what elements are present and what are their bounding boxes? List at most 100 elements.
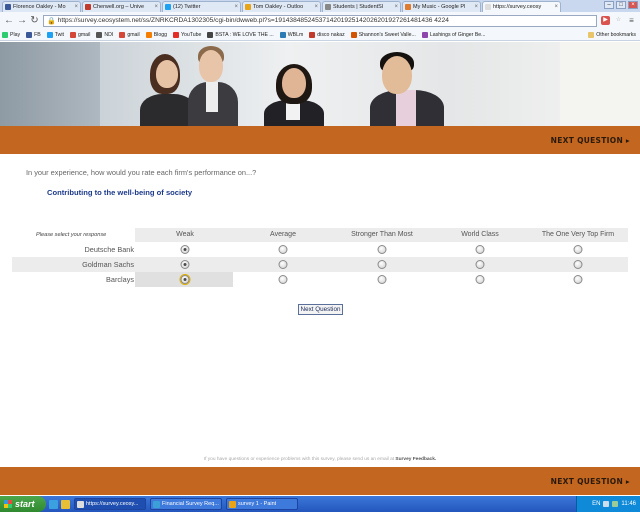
rating-radio[interactable] bbox=[278, 275, 288, 284]
bookmark-label: Lashings of Ginger Be... bbox=[429, 31, 486, 38]
tab-favicon-icon bbox=[325, 4, 331, 10]
start-button[interactable]: start bbox=[0, 496, 46, 512]
rating-radio[interactable] bbox=[278, 245, 288, 254]
browser-tab[interactable]: My Music - Google Pl × bbox=[402, 1, 481, 12]
rating-radio[interactable] bbox=[573, 260, 583, 269]
rating-radio[interactable] bbox=[475, 260, 485, 269]
bookmark-label: gmail bbox=[127, 31, 140, 38]
rating-row: Goldman Sachs bbox=[12, 257, 628, 272]
rating-radio[interactable] bbox=[180, 260, 190, 269]
rating-radio[interactable] bbox=[377, 275, 387, 284]
bookmark-label: YouTube bbox=[181, 31, 202, 38]
bookmark-item[interactable]: disco nakaz bbox=[309, 31, 345, 38]
bookmark-favicon-icon bbox=[26, 31, 33, 38]
browser-toolbar: ← → ↻ 🔒 https://survey.ceosystem.net/ss/… bbox=[0, 12, 640, 29]
forward-icon[interactable]: → bbox=[17, 15, 27, 26]
bookmark-item[interactable]: Play bbox=[2, 31, 20, 38]
question-subheading: Contributing to the well-being of societ… bbox=[47, 188, 193, 197]
rating-radio[interactable] bbox=[475, 275, 485, 284]
tab-label: Tom Oakley - Outloo bbox=[253, 4, 304, 10]
close-tab-icon[interactable]: × bbox=[554, 4, 558, 10]
bookmark-favicon-icon bbox=[207, 31, 214, 38]
close-window-icon[interactable]: × bbox=[628, 1, 638, 9]
rating-radio[interactable] bbox=[475, 245, 485, 254]
quicklaunch-chrome-icon[interactable] bbox=[61, 499, 70, 509]
row-label: Goldman Sachs bbox=[82, 260, 134, 269]
close-tab-icon[interactable]: × bbox=[394, 4, 398, 10]
taskbar-task[interactable]: survey 1 - Paint bbox=[226, 498, 298, 510]
address-bar[interactable]: 🔒 https://survey.ceosystem.net/ss/ZNRKCR… bbox=[43, 14, 597, 27]
bookmark-item[interactable]: Lashings of Ginger Be... bbox=[421, 31, 486, 38]
other-bookmarks[interactable]: Other bookmarks bbox=[588, 32, 636, 38]
bookmark-label: Shannon's Sweet Valle... bbox=[358, 31, 416, 38]
bookmark-label: Twit bbox=[54, 31, 64, 38]
language-indicator[interactable]: EN bbox=[592, 501, 600, 507]
next-question-link-top[interactable]: NEXT QUESTION ▸ bbox=[551, 136, 630, 145]
browser-tab[interactable]: Cherwell.org – Unive × bbox=[82, 1, 161, 12]
bookmark-item[interactable]: WBLm bbox=[279, 31, 304, 38]
star-icon[interactable]: ☆ bbox=[614, 16, 623, 25]
rating-radio[interactable] bbox=[278, 260, 288, 269]
rating-radio[interactable] bbox=[377, 245, 387, 254]
bookmark-item[interactable]: Shannon's Sweet Valle... bbox=[350, 31, 416, 38]
hero-banner-photo bbox=[0, 42, 640, 126]
browser-tab[interactable]: (12) Twitter × bbox=[162, 1, 241, 12]
row-label: Deutsche Bank bbox=[84, 245, 135, 254]
minimize-icon[interactable]: – bbox=[604, 1, 614, 9]
bookmark-item[interactable]: BSTA : WE LOVE THE ... bbox=[207, 31, 274, 38]
close-tab-icon[interactable]: × bbox=[154, 4, 158, 10]
browser-tab[interactable]: https://survey.ceosy × bbox=[482, 1, 561, 12]
rating-radio[interactable] bbox=[573, 275, 583, 284]
rating-radio[interactable] bbox=[377, 260, 387, 269]
maximize-icon[interactable]: □ bbox=[616, 1, 626, 9]
task-app-icon bbox=[153, 500, 160, 508]
bookmark-item[interactable]: gmail bbox=[69, 31, 90, 38]
menu-icon[interactable]: ≡ bbox=[627, 16, 636, 25]
rating-radio[interactable] bbox=[180, 275, 190, 284]
browser-tab[interactable]: Tom Oakley - Outloo × bbox=[242, 1, 321, 12]
rating-radio[interactable] bbox=[573, 245, 583, 254]
close-tab-icon[interactable]: × bbox=[234, 4, 238, 10]
quicklaunch-ie-icon[interactable] bbox=[49, 499, 58, 509]
taskbar-task[interactable]: Financial Survey Req... bbox=[150, 498, 222, 510]
network-icon[interactable] bbox=[612, 501, 619, 507]
bookmark-item[interactable]: NDI bbox=[96, 31, 113, 38]
taskbar-task[interactable]: https://survey.ceosy... bbox=[74, 498, 146, 510]
next-question-button[interactable]: Next Question bbox=[298, 304, 343, 315]
row-label: Barclays bbox=[106, 275, 134, 284]
browser-tab[interactable]: Florence Oakley - Mo × bbox=[2, 1, 81, 12]
footer-text: If you have questions or experience prob… bbox=[203, 457, 395, 462]
browser-tab[interactable]: Students | StudentSl × bbox=[322, 1, 401, 12]
rating-radio[interactable] bbox=[180, 245, 190, 254]
browser-tab-strip: Florence Oakley - Mo × Cherwell.org – Univ… bbox=[0, 0, 640, 12]
bookmark-item[interactable]: Blogg bbox=[145, 31, 167, 38]
footer-nav-bar: NEXT QUESTION ▸ bbox=[0, 467, 640, 495]
volume-icon[interactable] bbox=[603, 501, 610, 507]
column-weak: Weak bbox=[176, 231, 194, 238]
task-label: Financial Survey Req... bbox=[162, 501, 219, 507]
task-label: https://survey.ceosy... bbox=[86, 501, 139, 507]
reload-icon[interactable]: ↻ bbox=[30, 15, 39, 26]
tab-favicon-icon bbox=[165, 4, 171, 10]
window-controls: – □ × bbox=[604, 1, 638, 9]
column-world-class: World Class bbox=[461, 231, 499, 238]
next-question-link-bottom[interactable]: NEXT QUESTION ▸ bbox=[551, 477, 630, 486]
extension-icon[interactable]: ▶ bbox=[601, 16, 610, 25]
bookmark-label: WBLm bbox=[287, 31, 304, 38]
tab-favicon-icon bbox=[485, 4, 491, 10]
bookmark-item[interactable]: FB bbox=[26, 31, 41, 38]
other-bookmarks-label: Other bookmarks bbox=[596, 32, 636, 38]
bookmark-item[interactable]: YouTube bbox=[173, 31, 202, 38]
survey-feedback-link[interactable]: Survey Feedback. bbox=[395, 457, 436, 462]
folder-icon bbox=[588, 32, 595, 38]
bookmark-label: Blogg bbox=[153, 31, 167, 38]
back-icon[interactable]: ← bbox=[4, 15, 14, 26]
bookmark-item[interactable]: Twit bbox=[46, 31, 64, 38]
task-app-icon bbox=[77, 500, 84, 508]
close-tab-icon[interactable]: × bbox=[474, 4, 478, 10]
bookmark-item[interactable]: gmail bbox=[119, 31, 140, 38]
close-tab-icon[interactable]: × bbox=[74, 4, 78, 10]
bookmarks-bar: Play FB Twit gmail NDI gmail Blogg YouTube BSTA … bbox=[0, 29, 640, 41]
bookmark-favicon-icon bbox=[309, 31, 316, 38]
close-tab-icon[interactable]: × bbox=[314, 4, 318, 10]
